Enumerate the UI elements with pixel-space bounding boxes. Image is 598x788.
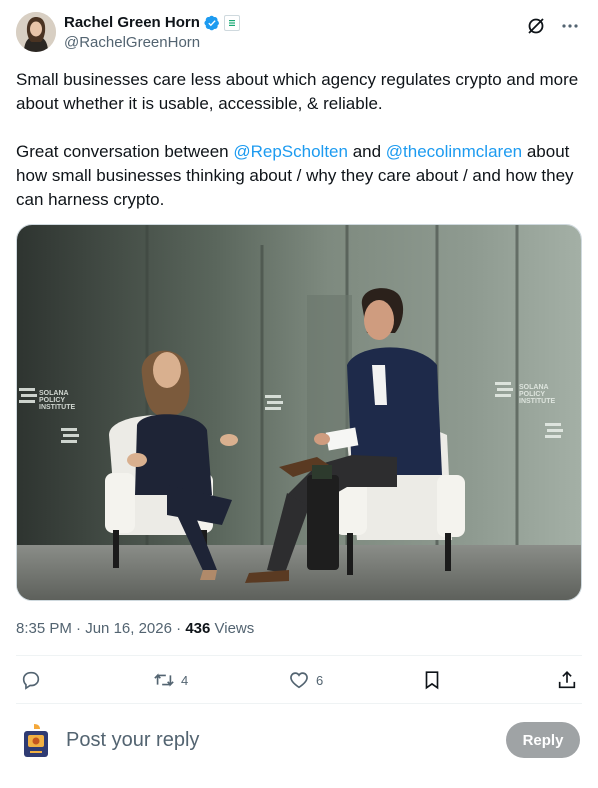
backdrop-brand-text: POLICY bbox=[519, 391, 545, 398]
backdrop-brand-text: INSTITUTE bbox=[519, 398, 555, 405]
text-segment: Great conversation between bbox=[16, 142, 234, 161]
reply-input[interactable]: Post your reply bbox=[66, 728, 199, 752]
mention-repscholten[interactable]: @RepScholten bbox=[233, 142, 348, 161]
tweet-meta: 8:35 PM · Jun 16, 2026 · 436 Views bbox=[16, 620, 254, 638]
divider bbox=[16, 655, 582, 656]
author-display-name[interactable]: Rachel Green Horn bbox=[64, 14, 200, 32]
tweet-time[interactable]: 8:35 PM bbox=[16, 620, 72, 637]
tweet-paragraph-1: Small businesses care less about which a… bbox=[16, 70, 579, 113]
affiliate-badge-icon[interactable] bbox=[223, 15, 240, 31]
views-count: 436 bbox=[185, 620, 211, 637]
tweet-photo[interactable]: SOLANA POLICY INSTITUTE SOLANA POLICY IN… bbox=[16, 224, 582, 601]
tweet-paragraph-2: Great conversation between @RepScholten … bbox=[16, 140, 582, 212]
more-icon[interactable] bbox=[558, 14, 582, 38]
like-count: 6 bbox=[316, 672, 324, 688]
grok-icon[interactable] bbox=[524, 14, 548, 38]
backdrop-brand-text: SOLANA bbox=[39, 390, 69, 397]
retweet-icon bbox=[154, 673, 174, 687]
reply-composer: Post your reply Reply bbox=[16, 718, 582, 762]
retweet-button[interactable]: 4 bbox=[153, 664, 188, 696]
views-label: Views bbox=[210, 620, 255, 637]
meta-separator: · bbox=[171, 620, 186, 637]
backdrop-brand-text: SOLANA bbox=[519, 384, 549, 391]
tweet-date[interactable]: Jun 16, 2026 bbox=[85, 620, 172, 637]
backdrop-brand-text: INSTITUTE bbox=[39, 404, 75, 411]
reply-icon bbox=[22, 671, 40, 690]
backdrop-brand-text: POLICY bbox=[39, 397, 65, 404]
meta-separator: · bbox=[71, 620, 86, 637]
tweet-text: Small businesses care less about which a… bbox=[16, 68, 582, 212]
tweet-header: Rachel Green Horn @RachelGreenHorn bbox=[16, 12, 582, 54]
action-bar: 4 6 bbox=[16, 664, 582, 696]
verified-badge-icon bbox=[204, 15, 220, 31]
reply-submit-button[interactable]: Reply bbox=[506, 722, 580, 758]
author-handle[interactable]: @RachelGreenHorn bbox=[64, 34, 200, 52]
share-button[interactable] bbox=[556, 664, 578, 696]
divider bbox=[16, 703, 582, 704]
text-segment: and bbox=[347, 142, 386, 161]
like-button[interactable]: 6 bbox=[288, 664, 323, 696]
mention-thecolinmclaren[interactable]: @thecolinmclaren bbox=[386, 142, 522, 161]
bookmark-icon bbox=[425, 671, 439, 690]
reply-button[interactable] bbox=[20, 664, 42, 696]
share-icon bbox=[558, 671, 576, 689]
current-user-avatar[interactable] bbox=[20, 722, 52, 762]
like-icon bbox=[290, 672, 308, 689]
author-avatar[interactable] bbox=[16, 12, 56, 52]
bookmark-button[interactable] bbox=[421, 664, 443, 696]
retweet-count: 4 bbox=[181, 672, 189, 688]
